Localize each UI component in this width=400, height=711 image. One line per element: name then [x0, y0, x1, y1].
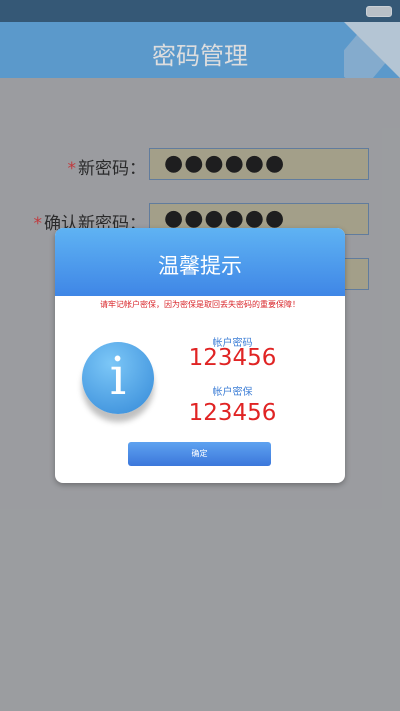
- dialog-warning-text: 请牢记帐户密保，因为密保是取回丢失密码的重要保障！: [100, 300, 300, 309]
- security-label: 帐户密保: [212, 387, 253, 398]
- confirm-button[interactable]: 确定: [128, 442, 271, 466]
- reminder-dialog: 温馨提示 请牢记帐户密保，因为密保是取回丢失密码的重要保障！ i 帐户密码 12…: [55, 228, 345, 483]
- info-icon: i: [82, 342, 154, 414]
- dialog-title: 温馨提示: [158, 254, 242, 278]
- security-value: 123456: [188, 400, 277, 426]
- account-password-value: 123456: [188, 345, 277, 371]
- dialog-header: 温馨提示: [55, 228, 345, 296]
